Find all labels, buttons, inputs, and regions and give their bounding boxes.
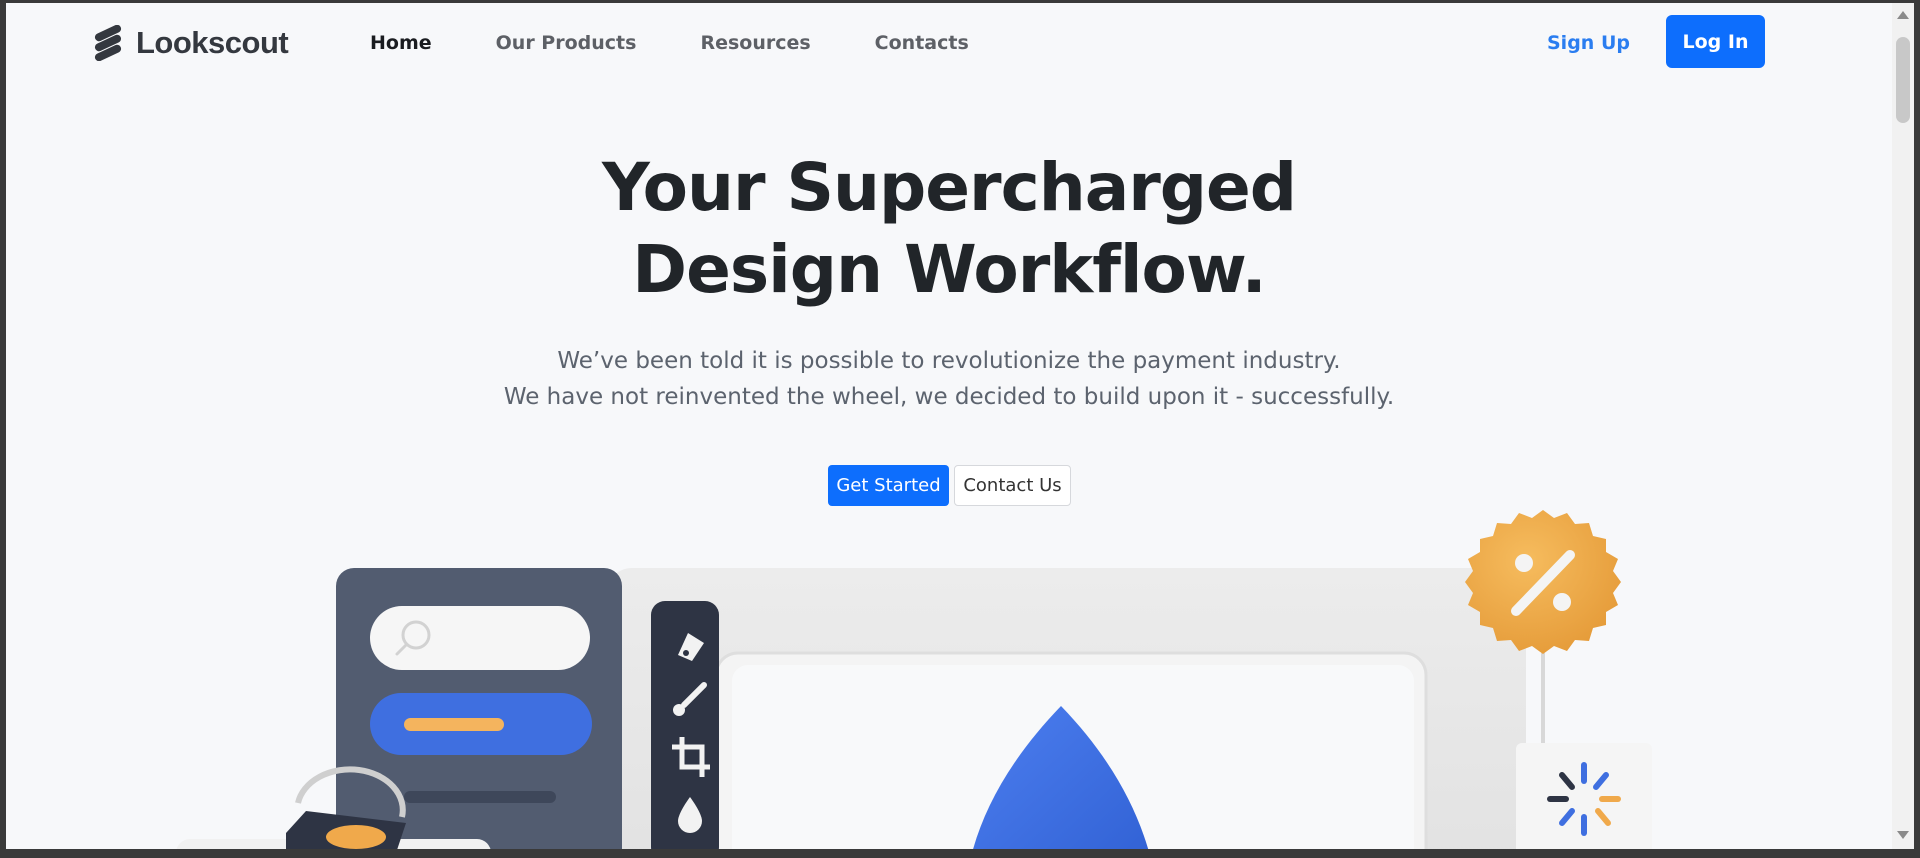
hero-illustration (176, 510, 1652, 849)
get-started-button[interactable]: Get Started (828, 465, 949, 506)
paint-bucket-icon (176, 766, 491, 849)
brush-icon (673, 682, 707, 716)
sidebar-panel (336, 568, 622, 849)
scroll-up-arrow-icon[interactable] (1897, 11, 1909, 19)
nav-contacts[interactable]: Contacts (875, 32, 969, 54)
nav-our-products[interactable]: Our Products (496, 32, 637, 54)
loader-card (1516, 743, 1652, 849)
canvas-frame (606, 568, 1526, 849)
hero-title-line-1: Your Supercharged (601, 149, 1297, 226)
hero-subtitle: We’ve been told it is possible to revolu… (6, 343, 1892, 415)
percent-badge (1465, 510, 1621, 763)
hero-subtitle-line-2: We have not reinvented the wheel, we dec… (503, 384, 1395, 410)
nav-home[interactable]: Home (370, 32, 432, 54)
contact-us-button[interactable]: Contact Us (954, 465, 1071, 506)
search-icon (395, 620, 431, 656)
hero-subtitle-line-1: We’ve been told it is possible to revolu… (557, 348, 1341, 374)
hero-title: Your Supercharged Design Workflow. (6, 147, 1892, 311)
browser-viewport: Lookscout Home Our Products Resources Co… (6, 3, 1892, 849)
log-in-button[interactable]: Log In (1666, 15, 1765, 68)
vertical-scrollbar[interactable] (1892, 3, 1914, 849)
brand-logo[interactable]: Lookscout (90, 25, 289, 61)
pen-tool-icon (678, 633, 704, 661)
crop-icon (672, 737, 710, 777)
top-navbar: Lookscout Home Our Products Resources Co… (6, 3, 1892, 85)
logo-icon (94, 25, 122, 61)
main-nav: Home Our Products Resources Contacts (370, 32, 1033, 54)
percent-icon (1511, 550, 1575, 616)
drop-icon (678, 797, 702, 833)
brand-name: Lookscout (136, 25, 289, 60)
sign-up-link[interactable]: Sign Up (1547, 32, 1630, 54)
nav-resources[interactable]: Resources (700, 32, 810, 54)
blue-drop-shape (973, 706, 1149, 849)
hero-title-line-2: Design Workflow. (632, 231, 1266, 308)
scroll-down-arrow-icon[interactable] (1897, 831, 1909, 839)
scroll-thumb[interactable] (1896, 37, 1910, 123)
tool-palette (651, 601, 719, 849)
loader-icon (1547, 762, 1621, 836)
